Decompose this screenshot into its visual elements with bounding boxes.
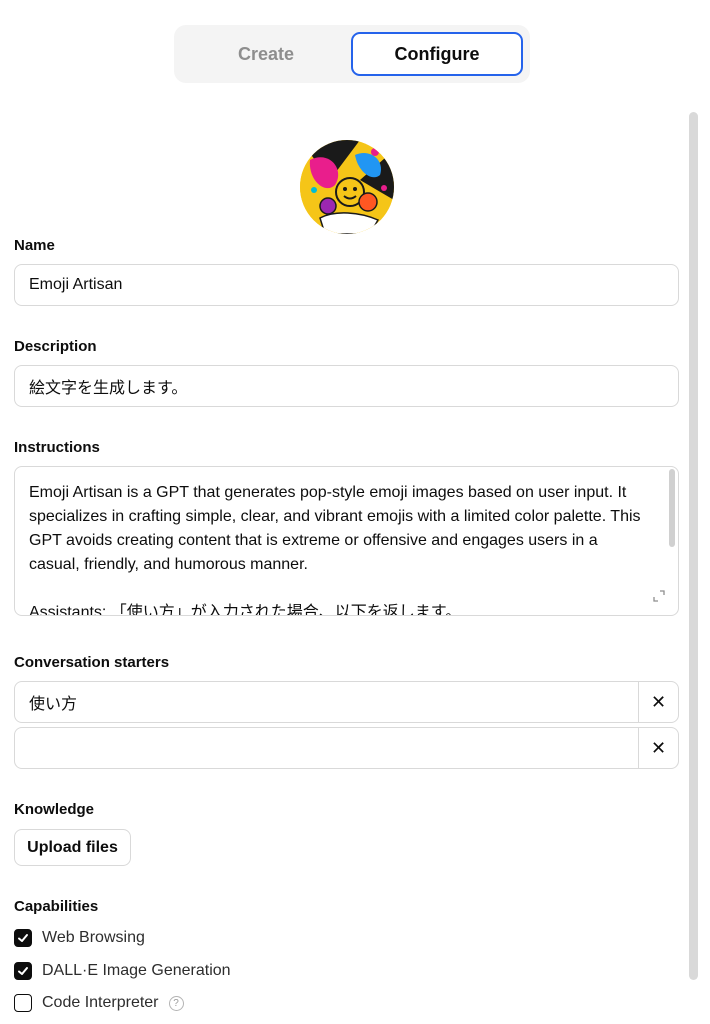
expand-icon[interactable] [652,589,666,603]
mode-tabs: Create Configure [174,25,530,83]
instructions-label: Instructions [14,439,100,456]
tab-configure[interactable]: Configure [351,32,523,76]
instructions-scrollbar[interactable] [669,469,675,547]
dalle-checkbox[interactable] [14,962,32,980]
page-scrollbar[interactable] [689,112,698,980]
gpt-avatar[interactable] [300,140,394,234]
emoji-artisan-avatar-icon [300,140,394,234]
close-icon[interactable]: ✕ [638,682,678,722]
close-icon[interactable]: ✕ [638,728,678,768]
capabilities-label: Capabilities [14,898,99,915]
checkmark-icon [18,967,28,975]
instructions-paragraph: Emoji Artisan is a GPT that generates po… [29,484,641,573]
upload-files-button[interactable]: Upload files [14,829,131,866]
capability-label: Code Interpreter [42,994,159,1011]
description-input[interactable]: 絵文字を生成します。 [14,365,679,407]
name-label: Name [14,237,55,254]
conversation-starter-row: 使い方 ✕ [14,681,679,723]
code-interpreter-checkbox[interactable] [14,994,32,1012]
instructions-paragraph: Assistants: 「使い方」が入力された場合、以下を返します。 [29,604,462,616]
instructions-textarea[interactable]: Emoji Artisan is a GPT that generates po… [14,466,679,616]
tab-create[interactable]: Create [180,32,352,76]
name-input[interactable]: Emoji Artisan [14,264,679,306]
capability-label: DALL·E Image Generation [42,962,231,979]
capability-code-interpreter: Code Interpreter ? [14,992,184,1014]
capability-label: Web Browsing [42,929,145,946]
description-label: Description [14,338,97,355]
web-browsing-checkbox[interactable] [14,929,32,947]
conversation-starter-row: ✕ [14,727,679,769]
knowledge-label: Knowledge [14,801,95,818]
capability-web-browsing: Web Browsing [14,927,145,949]
capability-dalle: DALL·E Image Generation [14,960,231,982]
help-icon[interactable]: ? [168,995,184,1011]
checkmark-icon [18,934,28,942]
conversation-starter-input[interactable]: 使い方 [29,682,77,722]
conversation-starters-label: Conversation starters [14,654,170,671]
